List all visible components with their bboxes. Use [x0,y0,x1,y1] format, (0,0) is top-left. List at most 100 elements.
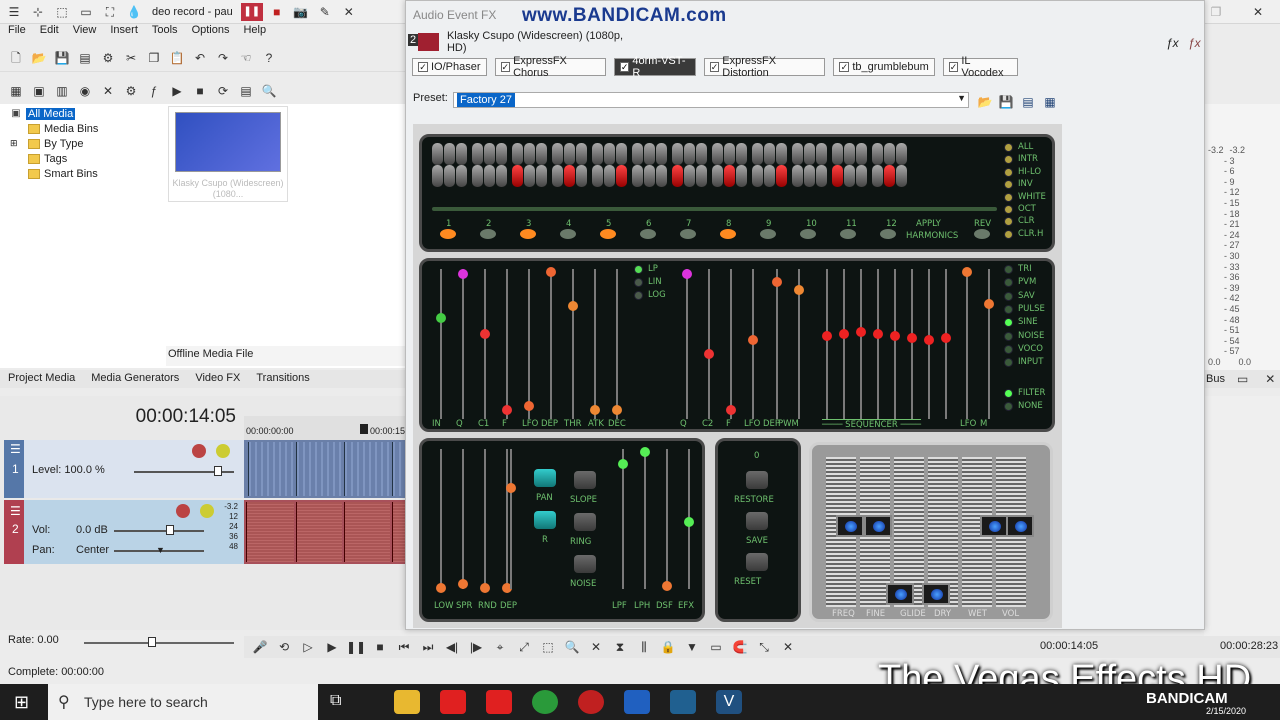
checkbox-icon[interactable]: ✓ [500,62,511,72]
tab-transitions[interactable]: Transitions [248,370,317,388]
checkbox-icon[interactable]: ✓ [619,62,630,72]
sequencer-knob[interactable] [941,333,951,343]
video-clip[interactable] [392,442,406,496]
youtube-icon[interactable] [440,690,466,714]
remove-icon[interactable]: ✕ [98,81,118,101]
harmonic-pill[interactable] [712,165,723,187]
harmonic-pill[interactable] [552,165,563,187]
r-button[interactable] [534,511,556,529]
harmonic-pill[interactable] [616,165,627,187]
prev-frame-icon[interactable]: ◀| [442,637,462,657]
save-preset-icon[interactable]: 💾 [996,92,1016,112]
delete-icon[interactable]: ✕ [586,637,606,657]
stop-square-icon[interactable]: ■ [190,81,210,101]
harmonic-knob[interactable] [800,229,816,239]
harmonic-top-pill[interactable] [896,143,907,165]
harmonic-top-pill[interactable] [884,143,895,165]
close-icon[interactable]: ✕ [339,2,359,22]
harmonic-knob[interactable] [840,229,856,239]
vegas-icon[interactable]: V [716,690,742,714]
wave-led[interactable] [1004,278,1013,288]
filter-slider-knob[interactable] [704,349,714,359]
mod-knob[interactable] [458,579,468,589]
harmonic-pill[interactable] [564,165,575,187]
pause-icon[interactable]: ❚❚ [346,637,366,657]
mic-app-icon[interactable] [624,690,650,714]
harmonic-pill[interactable] [792,165,803,187]
harmonic-option-led[interactable] [1004,167,1013,177]
menu-help[interactable]: Help [243,24,266,40]
sequencer-knob[interactable] [873,329,883,339]
auto-preview-icon[interactable]: ⟳ [213,81,233,101]
bus-tab[interactable]: Bus ▭ ✕ [1204,370,1280,388]
mute-icon[interactable] [176,504,190,518]
movie-app-icon[interactable] [670,690,696,714]
lfo-knob[interactable] [984,299,994,309]
rate-slider[interactable] [84,642,234,644]
fx-remove-icon[interactable]: ƒx [1188,36,1201,50]
pen-icon[interactable]: ✎ [315,2,335,22]
file-explorer-icon[interactable] [394,690,420,714]
fx-plugin-icon[interactable]: ƒx [1166,36,1179,50]
open-icon[interactable]: 📂 [29,48,49,68]
video-clip[interactable] [296,442,342,496]
harmonic-pill[interactable] [524,165,535,187]
menu-tools[interactable]: Tools [152,24,178,40]
trim-icon[interactable]: ⧗ [610,637,630,657]
track-menu-icon[interactable]: ☰ [10,504,21,518]
harmonic-top-pill[interactable] [712,143,723,165]
checkbox-icon[interactable]: ✓ [839,62,850,72]
play-from-start-icon[interactable]: ▷ [298,637,318,657]
sequencer-knob[interactable] [856,327,866,337]
harmonic-pill[interactable] [632,165,643,187]
harmonic-pill[interactable] [512,165,523,187]
paste-icon[interactable]: 📋 [167,48,187,68]
lock-icon[interactable]: 🔒 [658,637,678,657]
filter-slider-knob[interactable] [502,405,512,415]
harmonic-pill[interactable] [456,165,467,187]
harmonic-pill[interactable] [644,165,655,187]
stop-icon[interactable]: ■ [370,637,390,657]
audio-clip[interactable] [392,502,406,562]
go-start-icon[interactable]: ⏮ [394,637,414,657]
bandicam-icon[interactable] [578,690,604,714]
zoom-icon[interactable]: 🔍 [562,637,582,657]
marker-icon[interactable]: ▼ [682,637,702,657]
auto-ripple-icon[interactable]: ⤡ [754,637,774,657]
task-view-icon[interactable]: ⧉ [330,692,341,710]
harmonic-top-pill[interactable] [872,143,883,165]
harmonic-option-led[interactable] [1004,229,1013,239]
harmonic-top-pill[interactable] [672,143,683,165]
checkbox-icon[interactable]: ✓ [948,62,959,72]
sequencer-knob[interactable] [924,335,934,345]
filter-slider-knob[interactable] [436,313,446,323]
output-fader-knob[interactable] [922,583,950,605]
harmonic-top-pill[interactable] [592,143,603,165]
harmonic-option-led[interactable] [1004,192,1013,202]
harmonic-pill[interactable] [684,165,695,187]
harmonic-knob[interactable] [520,229,536,239]
harmonic-top-pill[interactable] [632,143,643,165]
wave-led[interactable] [1004,331,1013,341]
import-icon[interactable]: ▦ [6,81,26,101]
crossfade-icon[interactable]: ✕ [778,637,798,657]
harmonic-top-pill[interactable] [444,143,455,165]
harmonic-top-pill[interactable] [804,143,815,165]
harmonic-top-pill[interactable] [816,143,827,165]
harmonic-knob[interactable] [760,229,776,239]
harmonic-pill[interactable] [844,165,855,187]
play-icon[interactable]: ▶ [322,637,342,657]
harmonic-pill[interactable] [804,165,815,187]
filter-slider-knob[interactable] [568,301,578,311]
tree-item-tags[interactable]: Tags [10,151,160,166]
wave-led[interactable] [1004,265,1013,274]
harmonic-pill[interactable] [872,165,883,187]
harmonic-top-pill[interactable] [564,143,575,165]
tree-item-smart-bins[interactable]: Smart Bins [10,166,160,181]
checkbox-icon[interactable]: ✓ [709,62,720,72]
cut-icon[interactable]: ✂ [121,48,141,68]
tree-item-all-media[interactable]: ▣ All Media [10,106,160,121]
mod-knob[interactable] [480,583,490,593]
youtube-icon-2[interactable] [486,690,512,714]
undo-icon[interactable]: ↶ [190,48,210,68]
